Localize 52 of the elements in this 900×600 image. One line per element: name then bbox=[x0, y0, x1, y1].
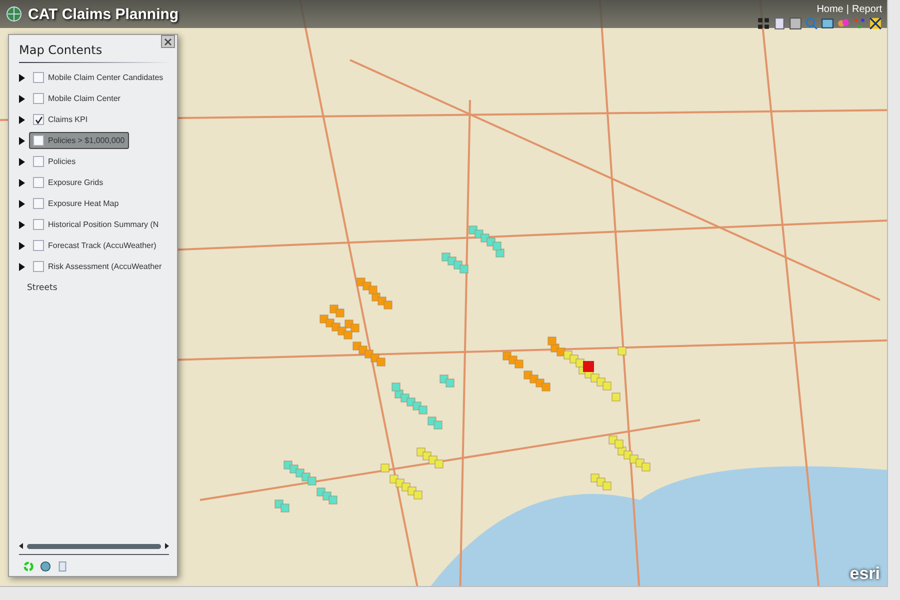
layer-checkbox[interactable] bbox=[33, 177, 44, 188]
map-credit: esri bbox=[850, 564, 880, 584]
scroll-left-icon[interactable] bbox=[19, 543, 23, 549]
layer-checkbox[interactable] bbox=[33, 219, 44, 230]
layer-item[interactable]: Claims KPI bbox=[29, 111, 92, 128]
close-button[interactable] bbox=[161, 35, 175, 48]
layer-checkbox[interactable] bbox=[33, 114, 44, 125]
home-link[interactable]: Home bbox=[816, 4, 844, 15]
layer-checkbox[interactable] bbox=[33, 198, 44, 209]
link-separator: | bbox=[846, 4, 849, 15]
expand-icon[interactable] bbox=[19, 116, 25, 124]
layer-item[interactable]: Exposure Heat Map bbox=[29, 195, 123, 212]
vertical-scrollbar[interactable] bbox=[887, 0, 900, 600]
scroll-right-icon[interactable] bbox=[165, 543, 169, 549]
layer-item[interactable]: Mobile Claim Center bbox=[29, 90, 124, 107]
layer-item[interactable]: Risk Assessment (AccuWeather bbox=[29, 258, 166, 275]
layer-item[interactable]: Exposure Grids bbox=[29, 174, 108, 191]
layer-item[interactable]: Policies bbox=[29, 153, 80, 170]
layer-item[interactable]: Policies > $1,000,000 bbox=[29, 132, 129, 149]
expand-icon[interactable] bbox=[19, 200, 25, 208]
document-icon[interactable] bbox=[773, 17, 786, 30]
expand-icon[interactable] bbox=[19, 220, 25, 228]
horizontal-scrollbar[interactable] bbox=[0, 586, 888, 600]
expand-icon[interactable] bbox=[19, 262, 25, 270]
globe-icon[interactable] bbox=[40, 561, 51, 572]
expand-icon[interactable] bbox=[19, 158, 25, 166]
layer-checkbox[interactable] bbox=[33, 135, 44, 146]
expand-icon[interactable] bbox=[19, 74, 25, 82]
dots-icon[interactable] bbox=[853, 17, 866, 30]
globe-icon bbox=[6, 6, 22, 22]
expand-icon[interactable] bbox=[19, 242, 25, 250]
layer-checkbox[interactable] bbox=[33, 72, 44, 83]
expand-icon[interactable] bbox=[19, 178, 25, 186]
app-title: CAT Claims Planning bbox=[28, 6, 179, 22]
expand-icon[interactable] bbox=[19, 94, 25, 102]
layer-checkbox[interactable] bbox=[33, 261, 44, 272]
scrollbar-thumb[interactable] bbox=[27, 544, 161, 548]
layer-item[interactable]: Historical Position Summary (N bbox=[29, 216, 163, 233]
report-link[interactable]: Report bbox=[852, 4, 882, 15]
close-icon bbox=[164, 38, 172, 46]
layer-checkbox[interactable] bbox=[33, 93, 44, 104]
layer-item[interactable]: Forecast Track (AccuWeather) bbox=[29, 237, 160, 254]
basemap-label: Streets bbox=[26, 282, 58, 293]
search-icon[interactable] bbox=[805, 17, 818, 30]
layer-checkbox[interactable] bbox=[33, 240, 44, 251]
panel-title: Map Contents bbox=[19, 43, 104, 59]
grid-icon[interactable] bbox=[757, 17, 770, 30]
table-icon[interactable] bbox=[789, 17, 802, 30]
layer-item[interactable]: Mobile Claim Center Candidates bbox=[29, 69, 168, 86]
layer-checkbox[interactable] bbox=[33, 156, 44, 167]
claim-markers-drawing[interactable] bbox=[274, 226, 650, 512]
expand-icon[interactable] bbox=[19, 136, 25, 144]
